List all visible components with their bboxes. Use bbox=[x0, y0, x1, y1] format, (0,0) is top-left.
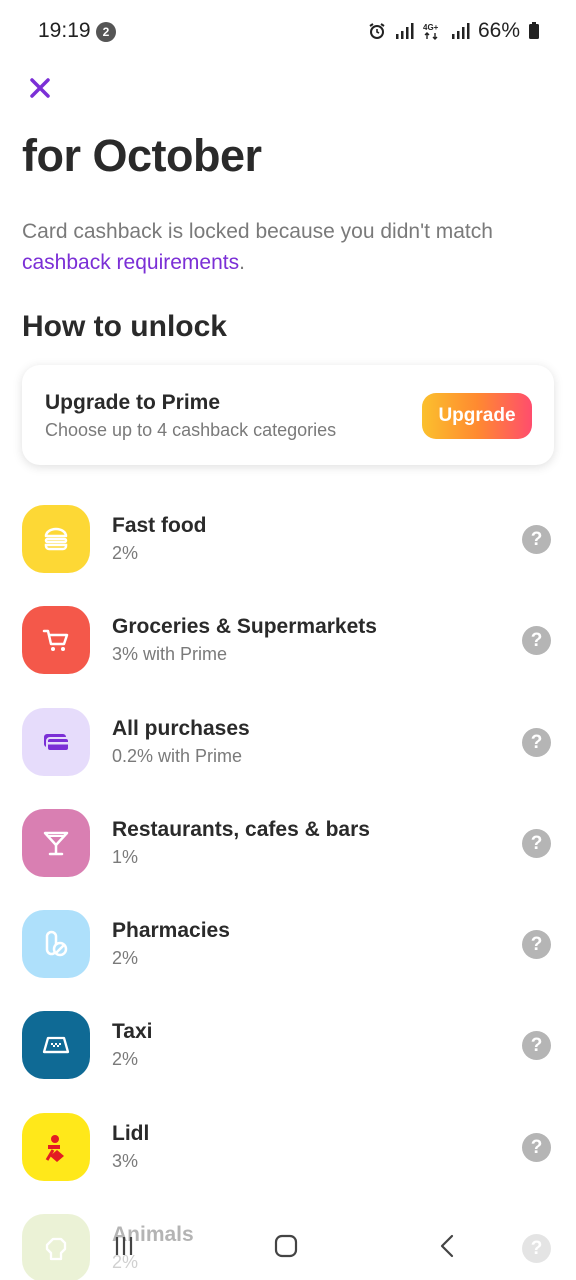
category-name: Taxi bbox=[112, 1020, 153, 1044]
help-icon[interactable]: ? bbox=[522, 828, 551, 858]
alarm-icon bbox=[368, 22, 386, 40]
category-name: Groceries & Supermarkets bbox=[112, 615, 377, 639]
description-text: Card cashback is locked because you didn… bbox=[22, 220, 493, 243]
category-icon-tile bbox=[22, 707, 90, 776]
category-rate: 2% bbox=[112, 1049, 139, 1070]
category-item[interactable]: All purchases 0.2% with Prime ? bbox=[0, 707, 576, 809]
category-icon-tile bbox=[22, 910, 90, 979]
upgrade-button[interactable]: Upgrade bbox=[422, 393, 532, 439]
category-name: Fast food bbox=[112, 514, 207, 537]
back-icon bbox=[440, 1234, 454, 1258]
prime-upgrade-card[interactable]: Upgrade to Prime Choose up to 4 cashback… bbox=[22, 365, 554, 465]
category-name: All purchases bbox=[112, 716, 250, 740]
close-icon bbox=[30, 78, 50, 98]
signal-icon-2 bbox=[450, 22, 470, 40]
prime-subtitle: Choose up to 4 cashback categories bbox=[45, 420, 337, 440]
home-button[interactable] bbox=[268, 1228, 304, 1264]
battery-icon bbox=[528, 22, 540, 40]
category-item[interactable]: Groceries & Supermarkets 3% with Prime ? bbox=[0, 606, 576, 707]
category-rate: 3% with Prime bbox=[112, 644, 228, 665]
category-name: Lidl bbox=[112, 1121, 150, 1145]
category-item[interactable]: Taxi 2% ? bbox=[0, 1011, 576, 1112]
category-rate: 0.2% with Prime bbox=[112, 745, 243, 766]
help-icon[interactable]: ? bbox=[522, 1031, 551, 1061]
category-rate: 2% bbox=[112, 948, 139, 969]
prime-title: Upgrade to Prime bbox=[45, 391, 221, 414]
recent-apps-icon bbox=[115, 1237, 133, 1255]
battery-level: 66% bbox=[477, 19, 520, 42]
cocktail-icon bbox=[43, 831, 69, 856]
svg-text:4G+: 4G+ bbox=[423, 23, 439, 32]
category-rate: 1% bbox=[112, 846, 139, 867]
help-icon[interactable]: ? bbox=[522, 727, 551, 757]
help-icon[interactable]: ? bbox=[522, 626, 551, 656]
category-name: Pharmacies bbox=[112, 919, 230, 943]
back-button[interactable] bbox=[430, 1228, 466, 1264]
recent-apps-button[interactable] bbox=[106, 1228, 142, 1264]
category-icon-tile bbox=[22, 808, 90, 877]
pills-icon bbox=[45, 930, 68, 957]
lidl-icon bbox=[45, 1134, 64, 1162]
close-button[interactable] bbox=[26, 74, 54, 102]
description-suffix: . bbox=[239, 251, 245, 274]
category-item[interactable]: Fast food 2% ? bbox=[0, 505, 576, 606]
help-icon[interactable]: ? bbox=[522, 930, 551, 960]
notification-badge: 2 bbox=[96, 22, 116, 42]
system-navigation-bar bbox=[0, 1210, 576, 1280]
category-icon-tile bbox=[22, 1112, 90, 1181]
cashback-requirements-link[interactable]: cashback requirements bbox=[22, 251, 239, 274]
home-icon bbox=[274, 1234, 298, 1258]
signal-icon bbox=[394, 22, 414, 40]
network-4g-icon: 4G+ bbox=[422, 22, 442, 40]
help-icon[interactable]: ? bbox=[522, 1132, 551, 1162]
cashback-category-list: Fast food 2% ? Groceries & Supermarkets … bbox=[0, 505, 576, 1280]
cart-icon bbox=[42, 630, 69, 652]
status-time: 19:19 bbox=[38, 19, 91, 42]
category-item[interactable]: Restaurants, cafes & bars 1% ? bbox=[0, 808, 576, 910]
status-indicators: 4G+ 66% bbox=[368, 19, 540, 43]
burger-icon bbox=[44, 527, 68, 551]
category-icon-tile bbox=[22, 505, 90, 573]
lock-description: Card cashback is locked because you didn… bbox=[22, 216, 552, 278]
category-rate: 2% bbox=[112, 543, 139, 563]
category-item[interactable]: Lidl 3% ? bbox=[0, 1112, 576, 1214]
section-title: How to unlock bbox=[22, 310, 227, 343]
cards-icon bbox=[44, 733, 70, 752]
status-bar: 19:19 2 4G+ 66% bbox=[0, 0, 576, 64]
taxi-icon bbox=[42, 1037, 70, 1054]
category-icon-tile bbox=[22, 606, 90, 675]
help-icon[interactable]: ? bbox=[522, 525, 551, 554]
category-rate: 3% bbox=[112, 1150, 139, 1171]
page-title: for October bbox=[22, 130, 262, 181]
category-item[interactable]: Pharmacies 2% ? bbox=[0, 910, 576, 1011]
category-name: Restaurants, cafes & bars bbox=[112, 817, 370, 841]
category-icon-tile bbox=[22, 1011, 90, 1080]
